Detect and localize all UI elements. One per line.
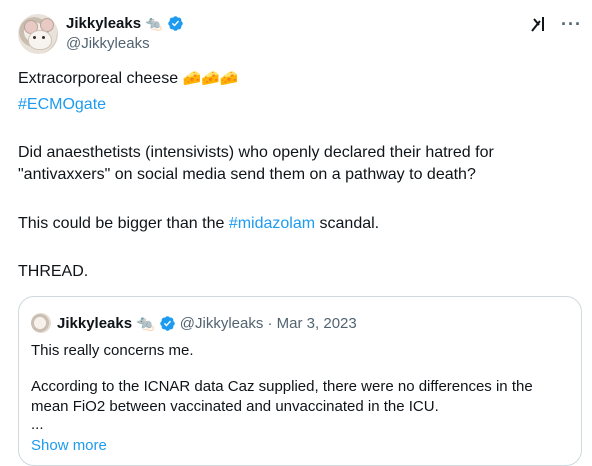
tweet-text: This could be bigger than the — [18, 215, 229, 232]
tweet-paragraph-4: THREAD. — [18, 263, 89, 280]
avatar-eye — [42, 36, 45, 39]
quoted-handle-date: @Jikkyleaks · Mar 3, 2023 — [179, 314, 357, 332]
tweet-paragraph-2: Did anaesthetists (intensivists) who ope… — [18, 144, 499, 183]
author-display-name[interactable]: Jikkyleaks — [66, 15, 141, 32]
tweet-text: Extracorporeal cheese — [18, 70, 179, 87]
quoted-author-avatar — [31, 313, 51, 333]
tweet-paragraph-3: This could be bigger than the #midazolam… — [18, 213, 379, 235]
quoted-header: Jikkyleaks 🐀 @Jikkyleaks · Mar 3, 2023 — [57, 313, 357, 333]
tweet-line-1: Extracorporeal cheese 🧀🧀🧀 — [18, 68, 239, 90]
avatar-face — [28, 30, 52, 50]
quoted-text-line-1: This really concerns me. — [31, 342, 194, 359]
verified-badge-icon — [167, 15, 183, 31]
rat-emoji: 🐀 — [136, 315, 155, 332]
top-right-actions: ··· — [529, 14, 582, 34]
hashtag-midazolam[interactable]: #midazolam — [229, 215, 315, 232]
quoted-text-paragraph-2: According to the ICNAR data Caz supplied… — [31, 378, 537, 415]
hashtag-ecmogate[interactable]: #ECMOgate — [18, 94, 106, 116]
author-name-row: Jikkyleaks 🐀 — [66, 13, 184, 33]
grok-icon[interactable] — [529, 14, 549, 34]
tweet-text: scandal. — [315, 215, 380, 232]
avatar-eye — [33, 36, 36, 39]
quoted-display-name: Jikkyleaks — [57, 314, 133, 332]
author-avatar[interactable] — [18, 14, 58, 54]
rat-emoji: 🐀 — [145, 15, 163, 31]
quoted-ellipsis: ... — [31, 416, 44, 433]
show-more-link[interactable]: Show more — [31, 437, 107, 454]
quoted-tweet-card[interactable]: Jikkyleaks 🐀 @Jikkyleaks · Mar 3, 2023 T… — [18, 296, 582, 466]
verified-badge-icon — [160, 315, 175, 331]
author-handle[interactable]: @Jikkyleaks — [66, 35, 150, 52]
cheese-emoji: 🧀🧀🧀 — [182, 70, 239, 87]
more-icon[interactable]: ··· — [561, 15, 582, 33]
